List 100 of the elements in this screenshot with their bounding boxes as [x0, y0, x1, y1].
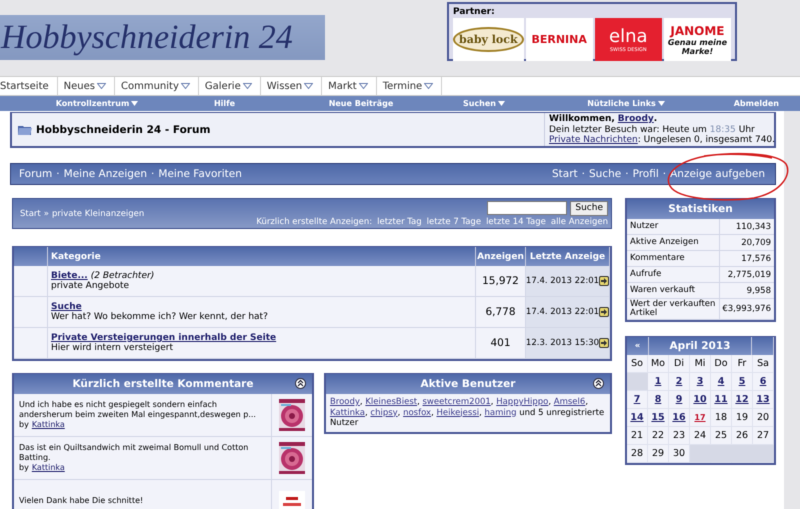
menu-link[interactable]: Kontrollzentrum	[56, 99, 138, 108]
user-link[interactable]: Amsel6	[554, 397, 586, 407]
user-link[interactable]: Heikejessi	[436, 408, 480, 418]
user-link[interactable]: chipsy	[370, 408, 398, 418]
calendar-day: 27	[756, 430, 770, 441]
nav-tab[interactable]: Wissen	[266, 77, 322, 95]
stat-value: €3,993,976	[720, 299, 774, 319]
punctuation-text: .	[654, 114, 658, 124]
user-link[interactable]: sweetcrem2001	[422, 397, 491, 407]
breadcrumb-link[interactable]: Start	[20, 208, 41, 218]
calendar-day: 26	[736, 430, 748, 441]
collapse-icon[interactable]	[294, 378, 306, 389]
active-users-text: Broody, KleinesBiest, sweetcrem2001, HappyHippo, Amsel6, Kattinka, chipsy, nosfox, Heikejessi, haming und 5 unregistrierte Nutzer	[326, 394, 610, 432]
go-to-arrow-icon[interactable]	[599, 338, 610, 348]
category-link[interactable]: Biete...	[51, 271, 88, 281]
nav-link[interactable]: Forum	[19, 168, 52, 180]
category-link[interactable]: Suche	[51, 302, 82, 312]
weekday-label: So	[631, 358, 643, 369]
stat-value: 9,958	[720, 283, 774, 298]
nav-tab[interactable]: Galerie	[204, 77, 261, 95]
stat-label: Aktive Anzeigen	[627, 235, 720, 250]
partner-logo[interactable]: BERNINA	[526, 18, 593, 61]
menu-link[interactable]: Neue Beiträge	[328, 99, 394, 108]
calendar-day: 28	[630, 448, 644, 459]
comment-text: Das ist ein Quiltsandwich mit zweimal Bomull und Cotton Batting.	[19, 443, 250, 463]
menu-link[interactable]: Hilfe	[214, 99, 236, 108]
menu-link[interactable]: Nützliche Links	[587, 99, 665, 108]
nav-tab[interactable]: Startseite	[0, 77, 58, 95]
partner-logo[interactable]: baby lock	[453, 18, 524, 61]
calendar-day: 18	[714, 412, 728, 423]
category-description: Hier wird intern versteigert	[51, 343, 174, 353]
nav-link[interactable]: Suche	[589, 168, 622, 180]
separator-dot: ·	[625, 168, 629, 180]
nav-tab[interactable]: Neues	[64, 77, 115, 95]
column-header: Letzte Anzeige	[526, 247, 610, 266]
user-link[interactable]: nosfox	[403, 408, 432, 418]
weekday-label: Sa	[757, 358, 769, 369]
column-header: Kategorie	[48, 247, 476, 266]
separator-dot: ·	[582, 168, 585, 180]
stat-label: Nutzer	[627, 219, 720, 234]
user-link[interactable]: haming	[484, 408, 517, 418]
nav-link[interactable]: Profil	[632, 168, 659, 180]
category-link[interactable]: Private Versteigerungen innerhalb der Seite	[51, 333, 276, 343]
viewer-count: (2 Betrachter)	[90, 271, 154, 281]
search-button[interactable]: Suche	[570, 200, 608, 216]
separator-dot: ·	[151, 168, 154, 180]
weekday-label: Di	[674, 358, 684, 369]
menu-link[interactable]: Suchen	[462, 99, 505, 108]
column-header: Anzeigen	[476, 247, 526, 266]
nav-tab[interactable]: Community	[121, 77, 199, 95]
time-unit-text: Uhr	[738, 124, 755, 135]
stat-label: Wert der verkauften Artikel	[627, 299, 720, 319]
last-visit-time: 18:35	[710, 124, 736, 135]
menu-link[interactable]: Abmelden	[734, 99, 779, 108]
last-ad-date: 17.4. 2013 22:01	[526, 276, 600, 286]
site-logo[interactable]: Hobbyschneiderin 24	[0, 15, 325, 60]
calendar-day: 22	[652, 430, 664, 441]
author-link[interactable]: Kattinka	[32, 420, 65, 430]
last-ad-date: 12.3. 2013 15:30	[526, 338, 600, 348]
author-link[interactable]: Kattinka	[32, 463, 65, 473]
user-link[interactable]: Broody	[330, 397, 360, 407]
nav-tab[interactable]: Termine	[382, 77, 442, 95]
forum-title: Hobbyschneiderin 24 - Forum	[36, 124, 210, 136]
welcome-text: Willkommen,	[549, 114, 615, 124]
user-link[interactable]: HappyHippo	[496, 397, 548, 407]
private-messages-link[interactable]: Private Nachrichten	[549, 135, 638, 146]
search-field[interactable]	[487, 200, 568, 214]
calendar-day: 23	[672, 430, 686, 441]
breadcrumb-separator: »	[44, 208, 49, 218]
nav-link[interactable]: Meine Favoriten	[158, 168, 242, 180]
ad-count: 401	[490, 337, 511, 349]
ad-count: 15,972	[482, 275, 519, 287]
user-link[interactable]: Broody	[618, 114, 654, 124]
partner-logo[interactable]: JANOME Genau meine Marke!	[664, 18, 731, 61]
nav-link[interactable]: Meine Anzeigen	[64, 168, 148, 180]
comment-text: Und ich habe es nicht gespiegelt sondern einfach andersherum beim zweiten Mal eingespannt,deswegen p...	[19, 400, 257, 420]
nav-link[interactable]: Anzeige aufgeben	[670, 168, 765, 180]
go-to-arrow-icon[interactable]	[599, 276, 610, 286]
calendar-day: 30	[672, 448, 686, 459]
calendar-day: 25	[714, 430, 728, 441]
nav-tab[interactable]: Markt	[328, 77, 377, 95]
collapse-icon[interactable]	[593, 378, 604, 389]
stat-value: 20,709	[720, 235, 774, 250]
stat-value: 17,576	[720, 251, 774, 266]
category-description: Wer hat? Wo bekomme ich? Wer kennt, der hat?	[51, 312, 268, 322]
panel-title: Kürzlich erstellte Kommentare	[72, 378, 254, 390]
go-to-arrow-icon[interactable]	[599, 307, 610, 317]
by-label: by	[19, 420, 29, 430]
user-link[interactable]: Kattinka	[330, 408, 365, 418]
stat-label: Kommentare	[627, 251, 720, 266]
partner-label: Partner:	[453, 6, 496, 18]
last-ad-date: 17.4. 2013 22:01	[526, 307, 600, 317]
last-visit-text: Dein letzter Besuch war: Heute um	[549, 124, 707, 135]
calendar-day: 21	[630, 430, 644, 441]
stat-label: Aufrufe	[627, 267, 720, 282]
previous-month-link[interactable]: «	[634, 341, 640, 351]
breadcrumb-link[interactable]: private Kleinanzeigen	[52, 208, 144, 218]
nav-link[interactable]: Start	[552, 168, 578, 180]
user-link[interactable]: KleinesBiest	[365, 397, 418, 407]
weekday-label: Mi	[694, 358, 706, 369]
